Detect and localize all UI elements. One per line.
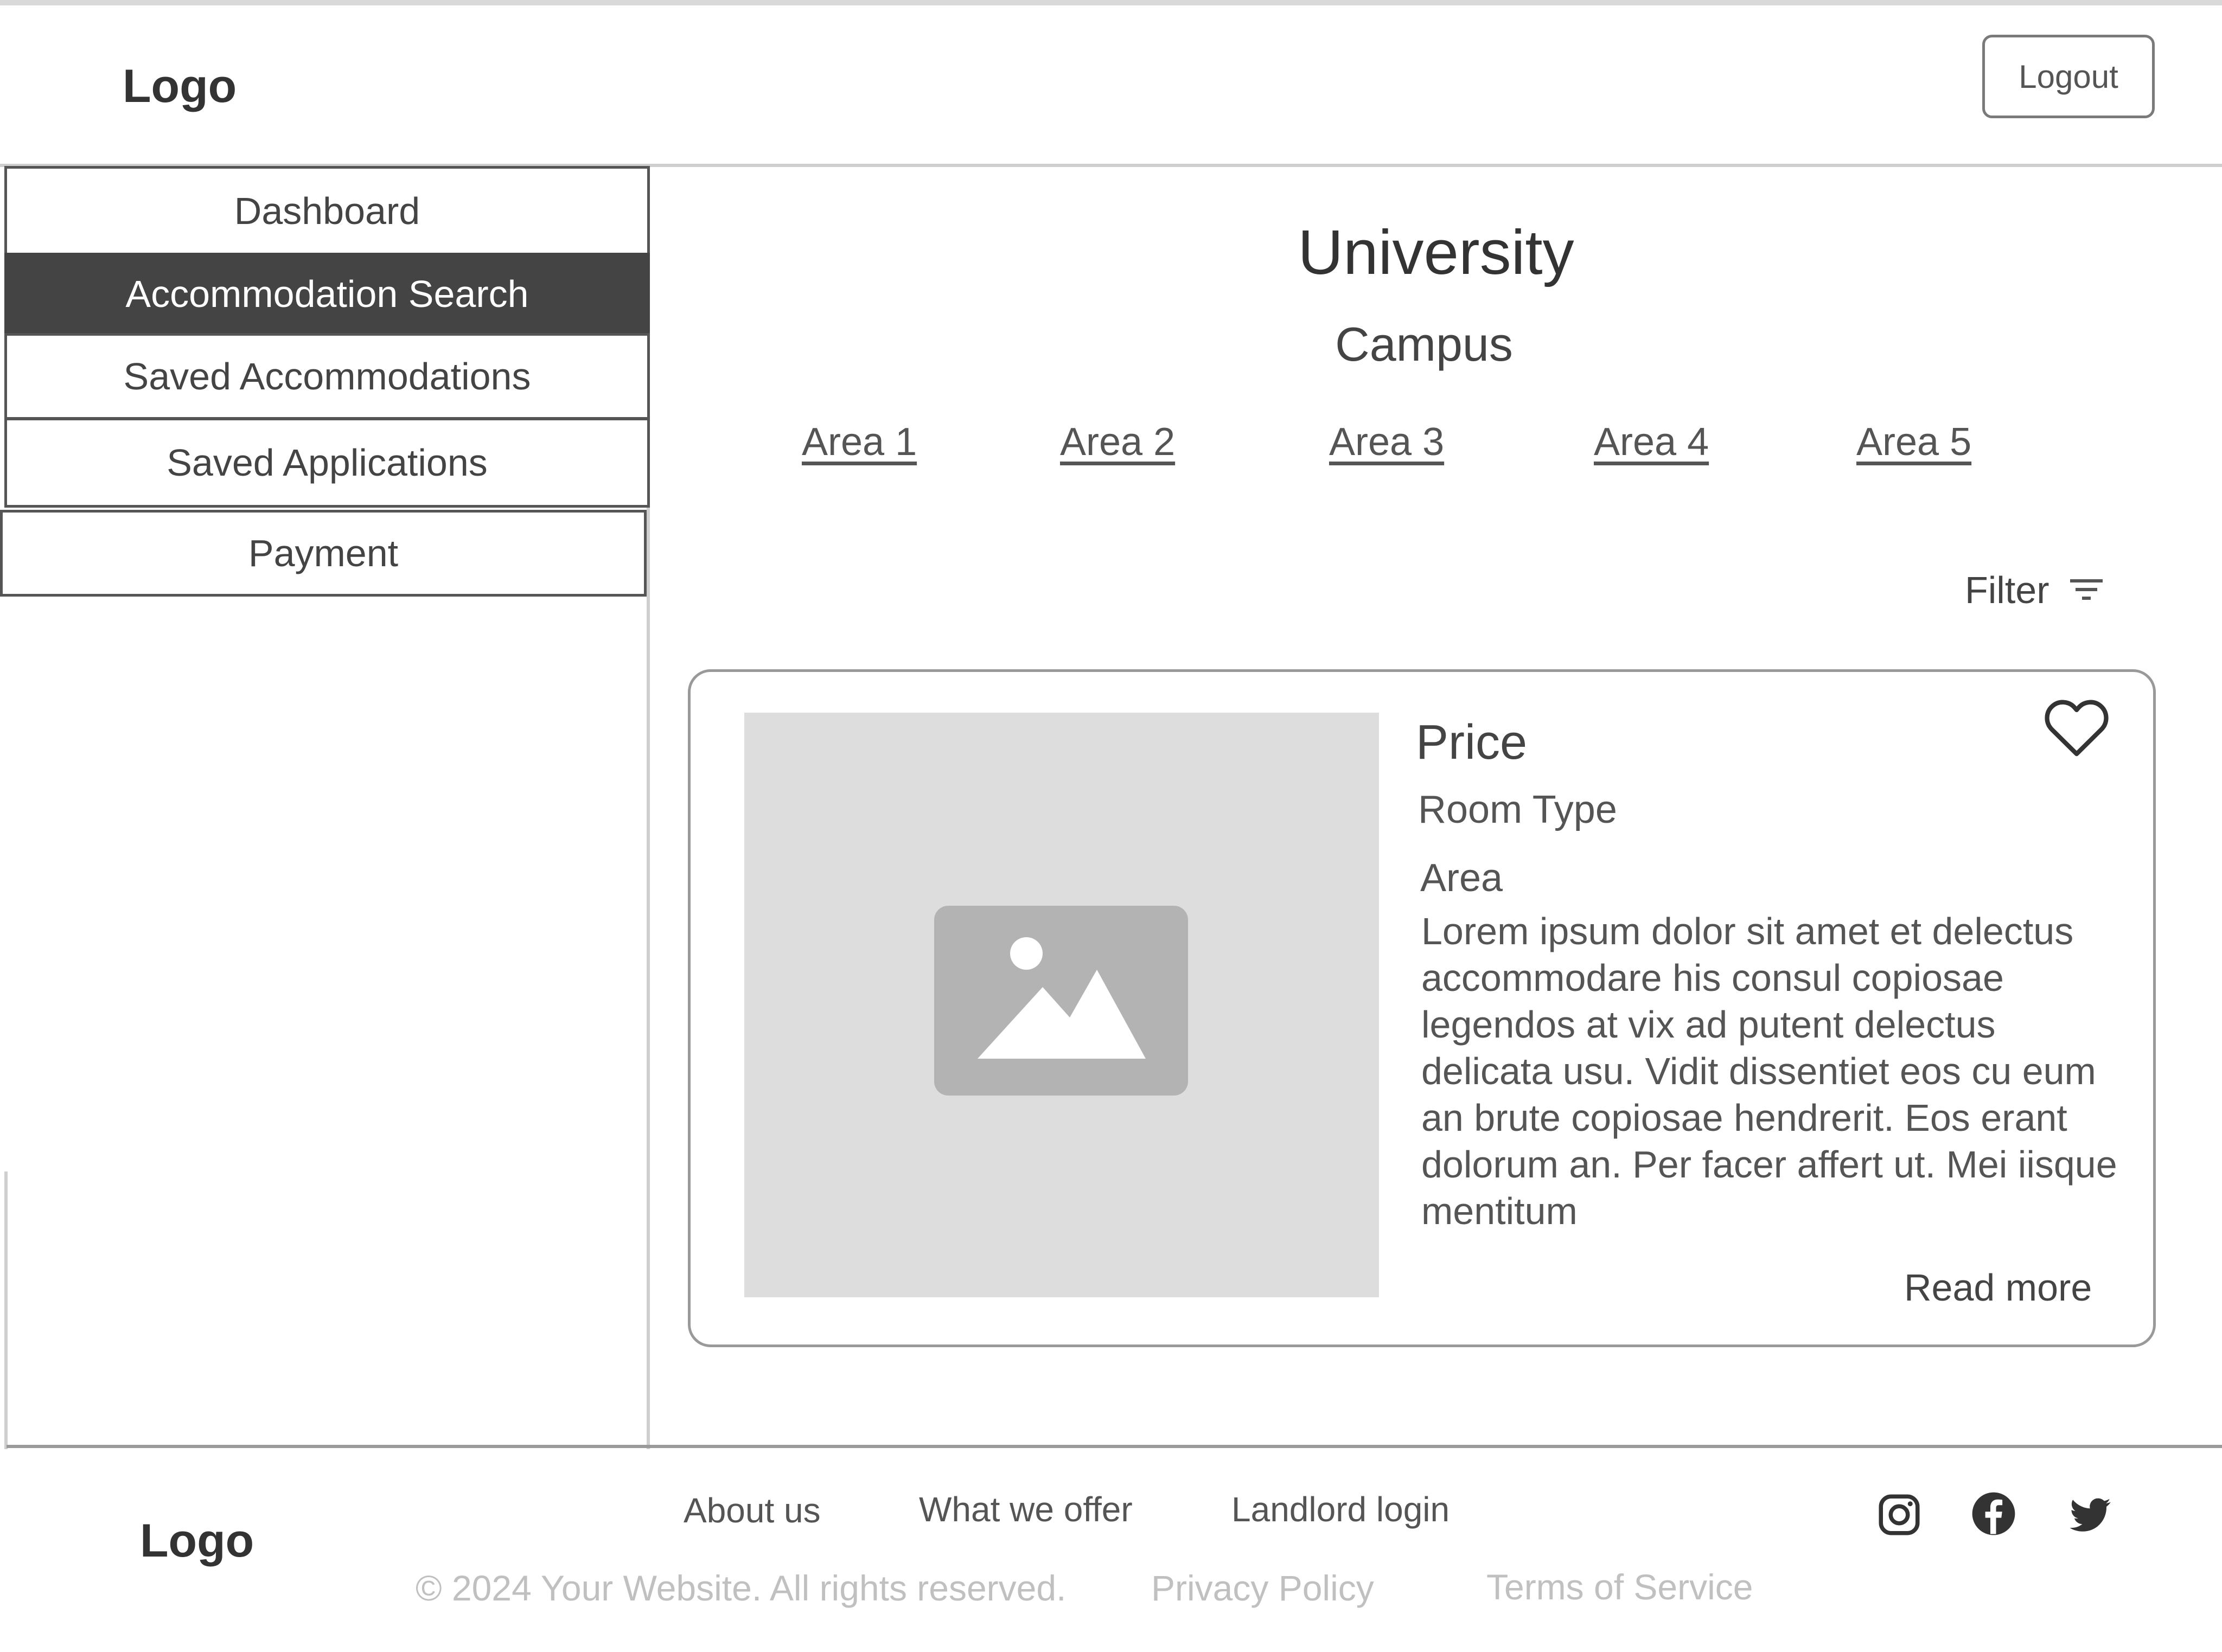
heart-icon[interactable]	[2043, 696, 2110, 758]
facebook-icon[interactable]	[1969, 1489, 2018, 1538]
footer-divider	[7, 1445, 2222, 1448]
footer-logo[interactable]: Logo	[140, 1514, 254, 1568]
sidebar-item-saved-accommodations[interactable]: Saved Accommodations	[4, 333, 650, 420]
card-description: Lorem ipsum dolor sit amet et delectus a…	[1421, 910, 2117, 1232]
page-title: University	[1298, 217, 1574, 287]
page-subtitle: Campus	[1335, 317, 1513, 371]
top-border	[0, 0, 2222, 5]
filter-label: Filter	[1965, 569, 2049, 611]
twitter-icon[interactable]	[2066, 1490, 2115, 1539]
footer-link-about[interactable]: About us	[684, 1490, 821, 1531]
sidebar-item-accommodation-search[interactable]: Accommodation Search	[4, 253, 650, 335]
privacy-policy-link[interactable]: Privacy Policy	[1151, 1567, 1374, 1609]
area-link-2[interactable]: Area 2	[1060, 420, 1175, 464]
card-room-type: Room Type	[1418, 788, 1617, 831]
card-price: Price	[1416, 715, 1528, 770]
header-logo[interactable]: Logo	[123, 60, 237, 113]
sidebar-item-payment[interactable]: Payment	[0, 510, 647, 597]
filter-button[interactable]: Filter	[1965, 568, 2104, 612]
logout-button[interactable]: Logout	[1982, 35, 2155, 118]
area-link-3[interactable]: Area 3	[1329, 420, 1444, 464]
read-more-link[interactable]: Read more	[1904, 1266, 2092, 1309]
area-link-4[interactable]: Area 4	[1594, 420, 1709, 464]
sidebar-left-edge	[4, 1171, 8, 1449]
sidebar-item-dashboard[interactable]: Dashboard	[4, 166, 650, 256]
terms-of-service-link[interactable]: Terms of Service	[1486, 1566, 1753, 1608]
card-area: Area	[1420, 856, 1503, 900]
area-link-1[interactable]: Area 1	[802, 420, 917, 464]
footer-link-landlord-login[interactable]: Landlord login	[1231, 1489, 1450, 1529]
sidebar-item-label: Dashboard	[234, 190, 420, 232]
filter-icon	[2070, 579, 2103, 600]
sidebar-item-label: Saved Applications	[167, 441, 488, 484]
sidebar-item-label: Accommodation Search	[125, 273, 529, 315]
area-link-5[interactable]: Area 5	[1856, 420, 1971, 464]
sidebar-item-label: Payment	[248, 532, 399, 574]
image-icon	[934, 906, 1188, 1096]
instagram-icon[interactable]	[1875, 1490, 1924, 1539]
sidebar-item-label: Saved Accommodations	[123, 355, 531, 398]
footer-link-what-we-offer[interactable]: What we offer	[919, 1489, 1133, 1529]
sidebar-item-saved-applications[interactable]: Saved Applications	[4, 418, 650, 508]
copyright-text: © 2024 Your Website. All rights reserved…	[416, 1568, 1067, 1608]
